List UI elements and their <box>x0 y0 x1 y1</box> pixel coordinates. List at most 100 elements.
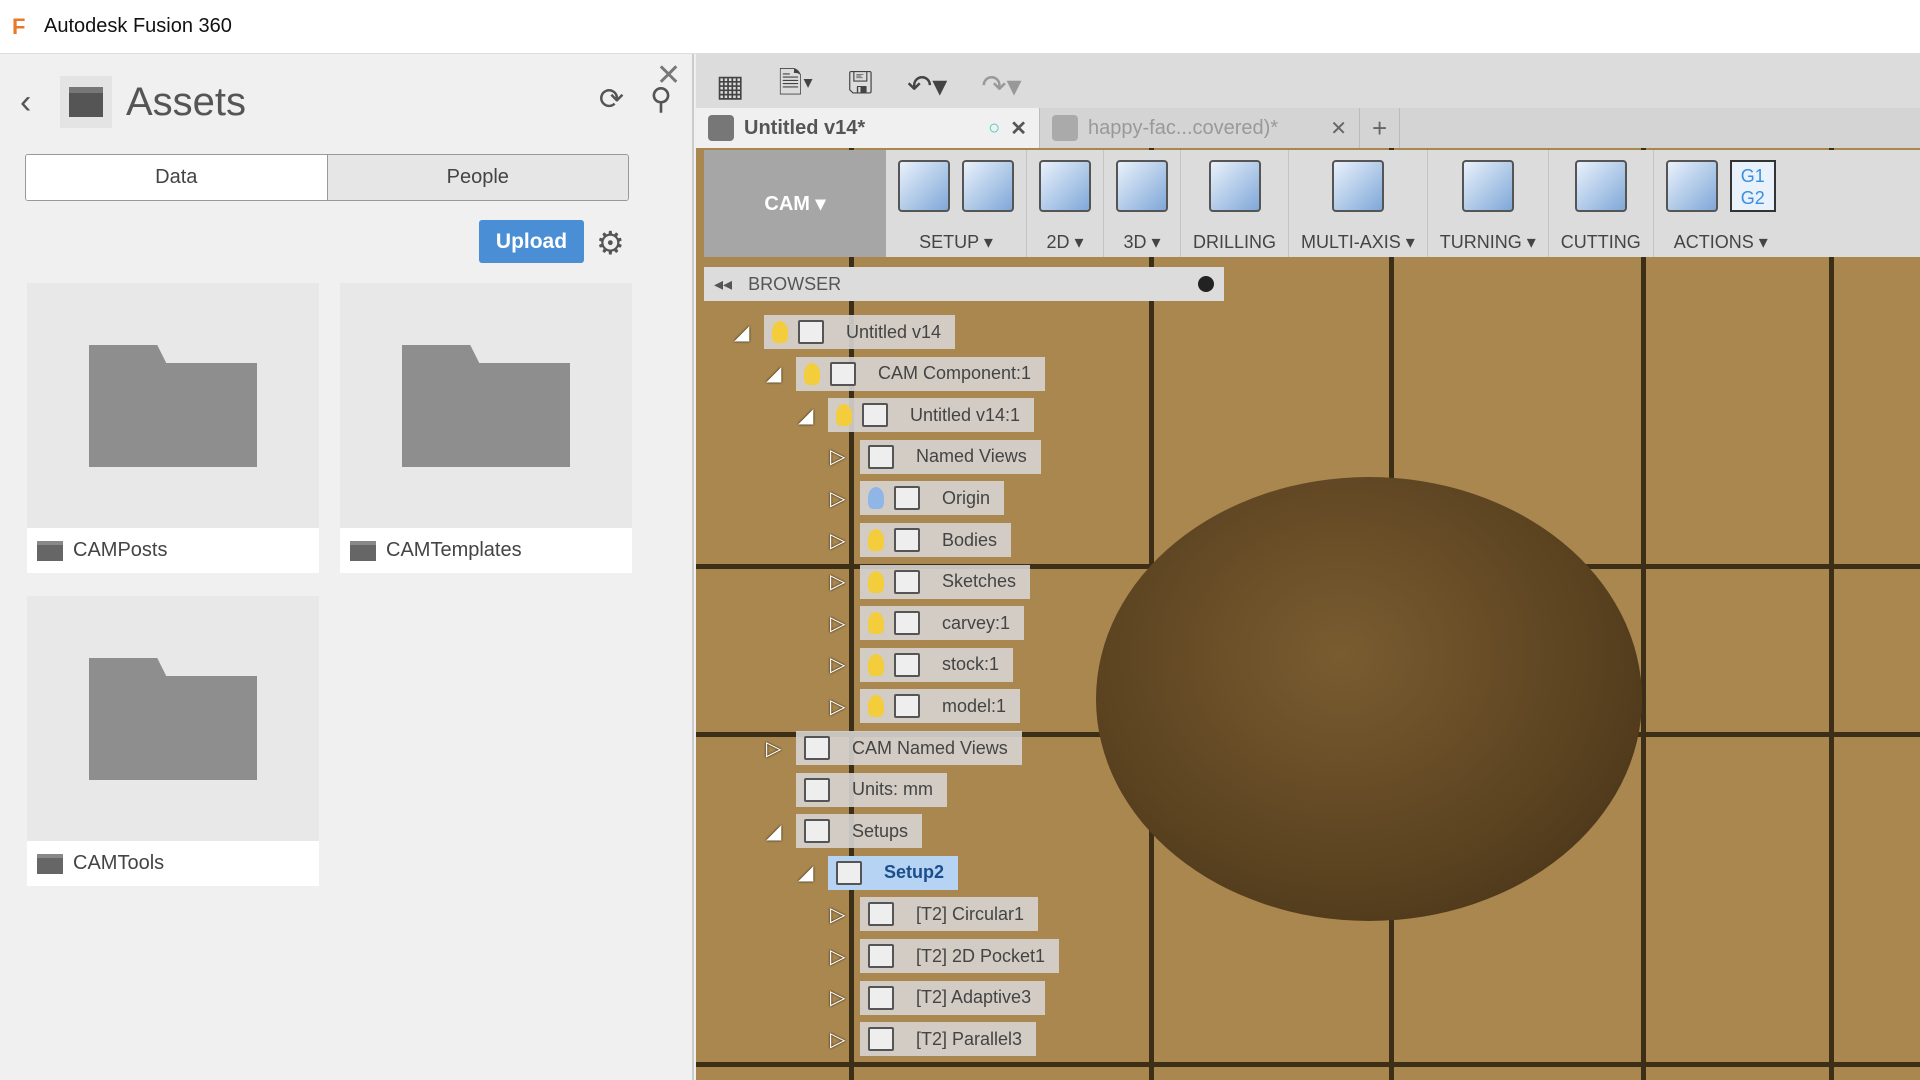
doc-tab-label: happy-fac...covered)* <box>1088 116 1279 139</box>
save-icon[interactable]: 🖫 <box>848 61 874 112</box>
tree-row[interactable]: ▷ [T2] 2D Pocket1 <box>830 939 1060 973</box>
tree-node[interactable]: Setups <box>796 814 923 849</box>
tree-row[interactable]: ▷ model:1 <box>830 689 1021 724</box>
tab-people[interactable]: People <box>327 155 628 200</box>
tree-row[interactable]: ▷ Named Views <box>830 439 1041 474</box>
visibility-bulb-icon[interactable] <box>868 653 884 676</box>
collapse-triangle-icon[interactable]: ◢ <box>798 860 820 885</box>
expand-triangle-icon[interactable]: ▷ <box>766 736 788 761</box>
expand-triangle-icon[interactable]: ▷ <box>830 444 852 469</box>
tree-row[interactable]: ◢ Setups <box>766 814 923 849</box>
folder-card[interactable]: CAMTemplates <box>340 283 632 573</box>
simulate-icon <box>1665 160 1718 212</box>
turning-icon <box>1461 160 1514 212</box>
close-icon[interactable]: ✕ <box>656 58 681 93</box>
close-tab-icon[interactable]: ✕ <box>1010 116 1027 141</box>
tree-row[interactable]: ▷ carvey:1 <box>830 606 1025 641</box>
folder-card[interactable]: CAMTools <box>27 596 319 886</box>
expand-triangle-icon[interactable]: ▷ <box>830 528 852 553</box>
visibility-bulb-icon[interactable] <box>868 695 884 718</box>
tree-node[interactable]: Units: mm <box>796 772 947 807</box>
redo-icon[interactable]: ↷▾ <box>981 69 1021 104</box>
tree-row[interactable]: ▷ CAM Named Views <box>766 731 1022 765</box>
visibility-bulb-icon[interactable] <box>868 529 884 551</box>
tree-row[interactable]: ◢ Setup2 <box>798 855 959 890</box>
expand-triangle-icon[interactable]: ▷ <box>830 1027 852 1052</box>
new-tab-button[interactable]: + <box>1360 108 1401 148</box>
ribbon-actions[interactable]: G1 G2 ACTIONS ▾ <box>1654 150 1788 257</box>
expand-triangle-icon[interactable]: ▷ <box>830 902 852 927</box>
tree-node[interactable]: Named Views <box>860 439 1041 474</box>
expand-triangle-icon[interactable]: ▷ <box>830 652 852 677</box>
tree-node[interactable]: [T2] Adaptive3 <box>860 980 1046 1015</box>
collapse-browser-icon[interactable]: ◂◂ <box>714 274 732 295</box>
visibility-bulb-icon[interactable] <box>772 321 788 343</box>
collapse-triangle-icon[interactable]: ◢ <box>766 819 788 844</box>
tree-node[interactable]: Untitled v14:1 <box>828 398 1035 433</box>
document-tabs: Untitled v14* ○ ✕ happy-fac...covered)* … <box>696 108 1920 148</box>
expand-triangle-icon[interactable]: ▷ <box>830 694 852 719</box>
collapse-triangle-icon[interactable]: ◢ <box>798 403 820 428</box>
tree-row[interactable]: ▷ Sketches <box>830 564 1031 599</box>
tree-node[interactable]: Origin <box>860 481 1005 516</box>
tree-node[interactable]: CAM Named Views <box>796 731 1022 765</box>
app-grid-icon[interactable]: ▦ <box>716 69 744 104</box>
visibility-bulb-icon[interactable] <box>836 404 852 427</box>
expand-triangle-icon[interactable]: ▷ <box>830 944 852 969</box>
expand-triangle-icon[interactable]: ▷ <box>830 569 852 594</box>
ribbon-3d[interactable]: 3D ▾ <box>1104 150 1181 257</box>
ribbon-turning[interactable]: TURNING ▾ <box>1428 150 1549 257</box>
tree-row[interactable]: ▷ Bodies <box>830 523 1012 557</box>
minimize-icon[interactable] <box>1198 276 1214 292</box>
tree-node[interactable]: model:1 <box>860 689 1021 724</box>
doc-tab-active[interactable]: Untitled v14* ○ ✕ <box>696 108 1040 148</box>
tree-row[interactable]: ◢ CAM Component:1 <box>766 356 1046 391</box>
tree-row[interactable]: ◢ Untitled v14 <box>734 315 956 349</box>
undo-icon[interactable]: ↶▾ <box>907 69 947 104</box>
tree-node[interactable]: Bodies <box>860 523 1012 557</box>
visibility-bulb-icon[interactable] <box>868 612 884 635</box>
tree-node[interactable]: [T2] 2D Pocket1 <box>860 939 1060 973</box>
tab-data[interactable]: Data <box>26 155 328 200</box>
collapse-triangle-icon[interactable]: ◢ <box>734 320 756 345</box>
folder-card[interactable]: CAMPosts <box>27 283 319 573</box>
ribbon-label: 2D ▾ <box>1046 232 1084 252</box>
ribbon-drilling[interactable]: DRILLING <box>1181 150 1290 257</box>
upload-button[interactable]: Upload <box>479 220 584 263</box>
tree-node[interactable]: carvey:1 <box>860 606 1025 641</box>
tree-node[interactable]: Untitled v14 <box>764 315 956 349</box>
tree-node[interactable]: CAM Component:1 <box>796 356 1046 391</box>
tree-node[interactable]: [T2] Circular1 <box>860 897 1039 932</box>
file-menu-icon[interactable]: 🗎▾ <box>778 61 813 112</box>
tree-row[interactable]: ▷ [T2] Circular1 <box>830 897 1039 932</box>
visibility-bulb-icon[interactable] <box>868 487 884 510</box>
doc-tab[interactable]: happy-fac...covered)* ✕ <box>1040 108 1360 148</box>
gear-icon[interactable]: ⚙ <box>596 224 625 262</box>
ribbon-2d[interactable]: 2D ▾ <box>1027 150 1104 257</box>
tree-node[interactable]: Sketches <box>860 564 1031 599</box>
tree-row[interactable]: ◢ Untitled v14:1 <box>798 398 1035 433</box>
tree-row[interactable]: ▷ stock:1 <box>830 647 1014 682</box>
expand-triangle-icon[interactable]: ▷ <box>830 985 852 1010</box>
collapse-triangle-icon[interactable]: ◢ <box>766 361 788 386</box>
workspace-switcher[interactable]: CAM ▾ <box>704 150 886 257</box>
tree-row[interactable]: Units: mm <box>766 772 947 807</box>
tree-row[interactable]: ▷ [T2] Parallel3 <box>830 1022 1037 1057</box>
tree-node[interactable]: Setup2 <box>828 855 959 890</box>
refresh-icon[interactable]: ⟳ <box>599 82 624 117</box>
tree-row[interactable]: ▷ [T2] Adaptive3 <box>830 980 1046 1015</box>
tree-row[interactable]: ▷ Origin <box>830 481 1005 516</box>
ribbon-setup[interactable]: SETUP ▾ <box>886 150 1027 257</box>
expand-triangle-icon[interactable]: ▷ <box>830 611 852 636</box>
tree-node[interactable]: [T2] Parallel3 <box>860 1022 1037 1057</box>
ribbon-multi-axis[interactable]: MULTI-AXIS ▾ <box>1289 150 1428 257</box>
close-tab-icon[interactable]: ✕ <box>1330 116 1347 141</box>
visibility-bulb-icon[interactable] <box>804 362 820 385</box>
body-icon <box>894 694 920 719</box>
ribbon-cutting[interactable]: CUTTING <box>1549 150 1654 257</box>
back-arrow-icon[interactable]: ‹ <box>20 83 60 122</box>
expand-triangle-icon[interactable]: ▷ <box>830 486 852 511</box>
tree-node[interactable]: stock:1 <box>860 647 1014 682</box>
visibility-bulb-icon[interactable] <box>868 570 884 593</box>
tree-node-label: Bodies <box>942 529 998 550</box>
